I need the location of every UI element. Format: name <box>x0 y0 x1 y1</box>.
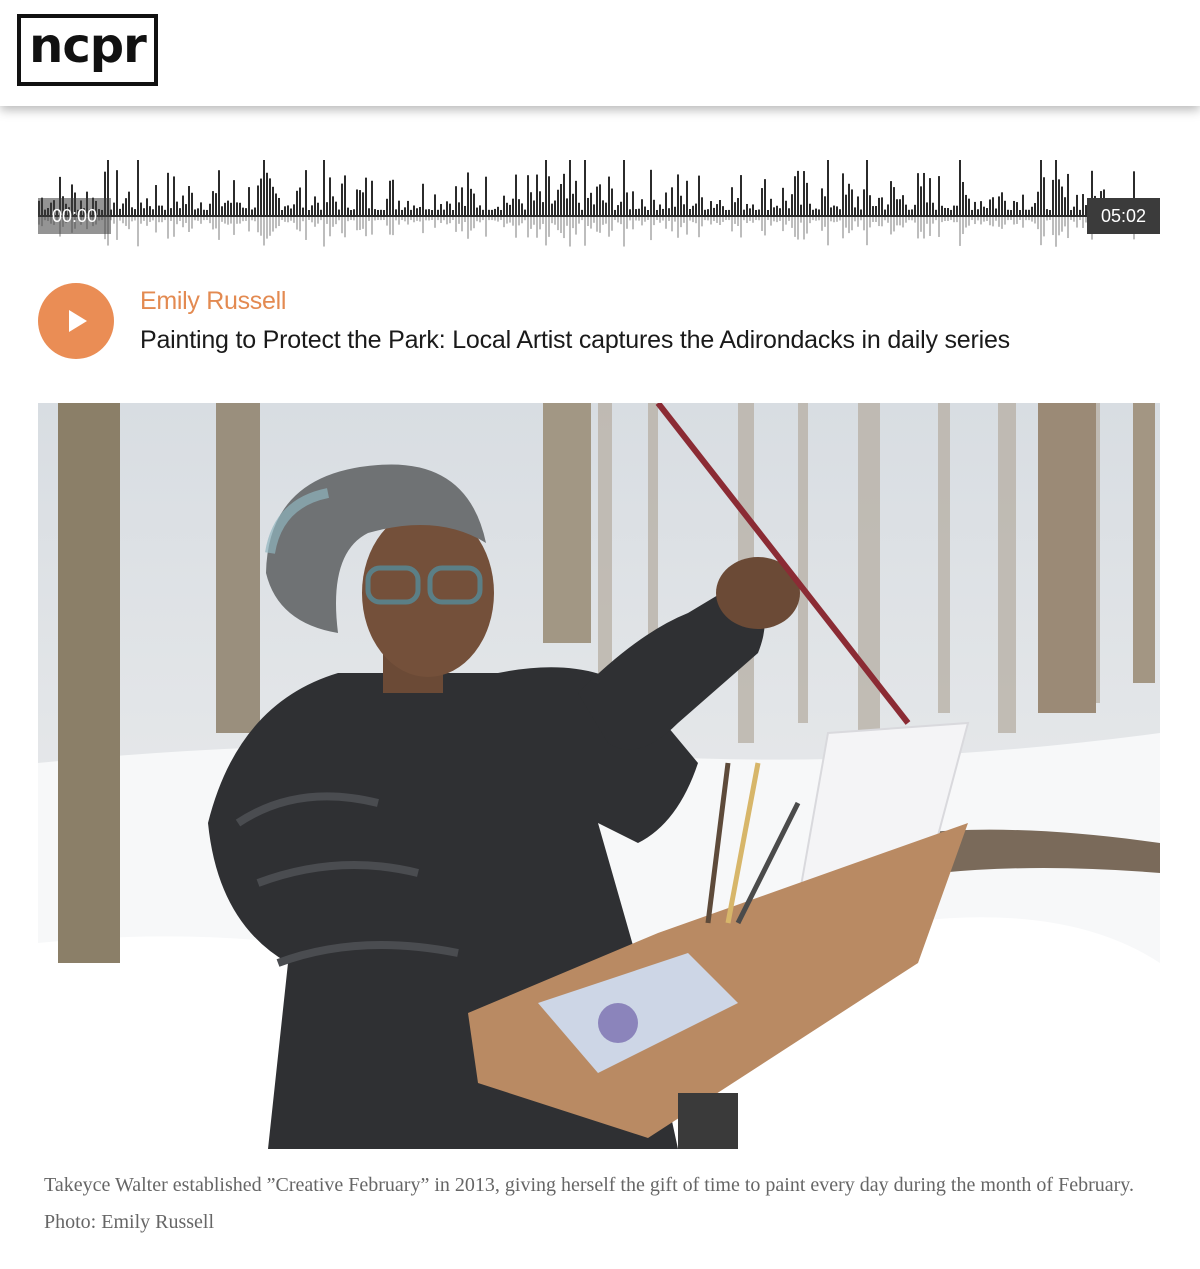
episode-author[interactable]: Emily Russell <box>140 287 286 316</box>
audio-waveform[interactable] <box>38 160 1160 260</box>
photo-caption: Takeyce Walter established ”Creative Feb… <box>44 1174 1134 1233</box>
site-header: ncpr <box>0 0 1200 106</box>
current-time: 00:00 <box>38 198 112 234</box>
ncpr-logo[interactable]: ncpr <box>17 14 158 86</box>
play-button[interactable] <box>38 283 114 359</box>
article-photo <box>38 403 1160 1149</box>
play-icon <box>69 310 87 332</box>
episode-title: Painting to Protect the Park: Local Arti… <box>140 326 1010 354</box>
logo-text: ncpr <box>29 18 147 74</box>
artist-painting-illustration <box>38 403 1160 1149</box>
duration: 05:02 <box>1086 198 1160 234</box>
audio-player: 00:00 05:02 <box>38 160 1160 260</box>
